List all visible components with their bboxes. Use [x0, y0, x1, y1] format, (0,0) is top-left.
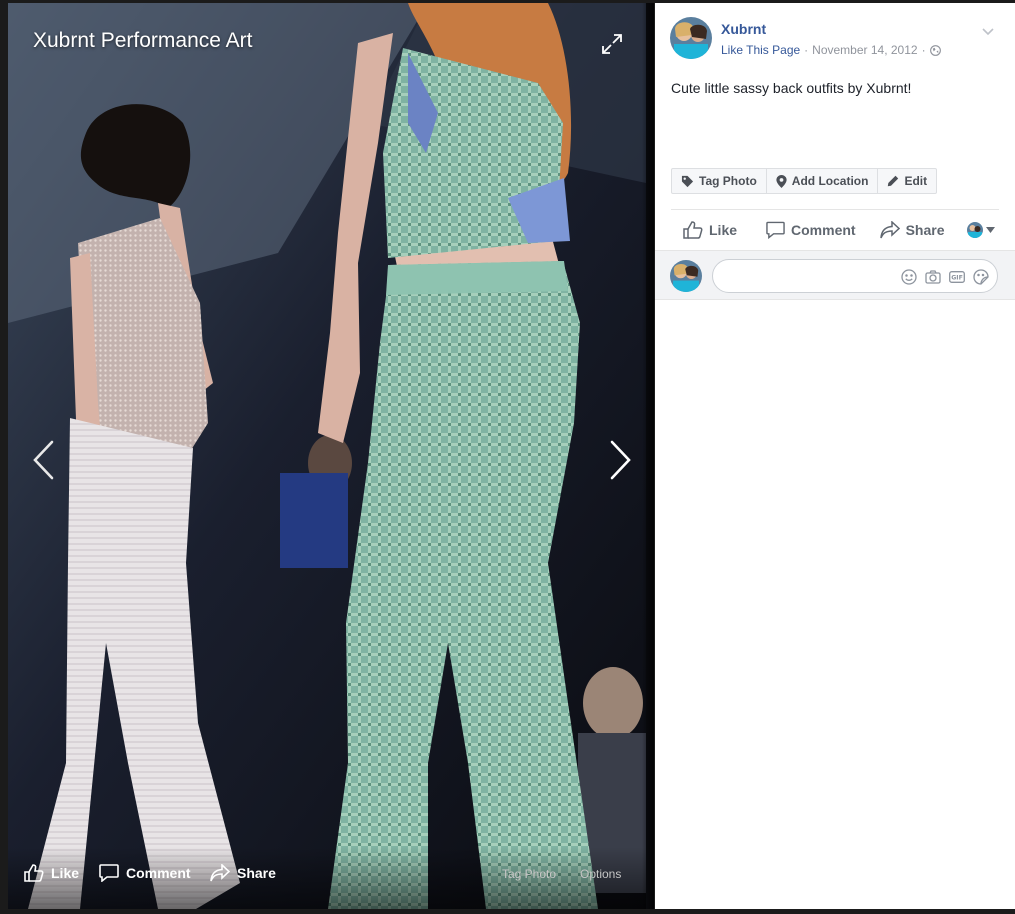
chevron-down-icon [986, 227, 995, 233]
post-like-label: Like [709, 222, 738, 238]
comment-input[interactable]: GIF [712, 259, 998, 293]
comment-icon [766, 221, 785, 239]
commenter-avatar [670, 260, 702, 292]
add-location-label: Add Location [791, 174, 869, 188]
photo-comment-label: Comment [126, 865, 191, 881]
add-location-button[interactable]: Add Location [767, 169, 879, 193]
post-caption: Cute little sassy back outfits by Xubrnt… [671, 80, 912, 96]
post-share-label: Share [905, 222, 945, 238]
photo-illustration [8, 3, 646, 909]
share-icon [210, 864, 230, 882]
photo-image[interactable] [8, 3, 646, 909]
page-avatar[interactable] [670, 17, 712, 59]
camera-icon[interactable] [925, 269, 941, 285]
tag-icon [681, 175, 694, 187]
emoji-icon[interactable] [901, 269, 917, 285]
pencil-icon [888, 175, 899, 187]
tag-photo-button[interactable]: Tag Photo [672, 169, 767, 193]
page-name-link[interactable]: Xubrnt [721, 21, 766, 37]
photo-stage: Xubrnt Performance Art [8, 3, 654, 909]
album-title[interactable]: Xubrnt Performance Art [33, 29, 252, 53]
post-as-selector[interactable] [967, 222, 995, 238]
share-icon [879, 221, 900, 239]
photo-like-button[interactable]: Like [24, 864, 79, 882]
like-page-link[interactable]: Like This Page [721, 43, 800, 57]
meta-separator: · [804, 43, 809, 57]
post-panel: Xubrnt Like This Page · November 14, 201… [655, 3, 1015, 909]
thumbs-up-icon [683, 221, 703, 239]
edit-button[interactable]: Edit [878, 169, 936, 193]
globe-icon [929, 44, 941, 56]
post-actions: Like Comment Share [671, 215, 999, 245]
arrow-left-icon[interactable] [30, 439, 56, 481]
post-comment-label: Comment [791, 222, 856, 238]
location-pin-icon [776, 174, 787, 188]
comment-icon [99, 864, 119, 882]
chevron-down-icon[interactable] [982, 23, 994, 41]
expand-icon[interactable] [601, 33, 623, 55]
divider [671, 209, 999, 210]
photo-like-label: Like [51, 865, 80, 881]
thumbs-up-icon [24, 864, 44, 882]
photo-comment-button[interactable]: Comment [99, 864, 191, 882]
photo-tag-link[interactable]: Tag Photo [502, 867, 556, 881]
comment-input-icons: GIF [893, 269, 989, 285]
arrow-right-icon[interactable] [608, 439, 634, 481]
edit-label: Edit [904, 174, 928, 188]
meta-separator-2: · [921, 43, 926, 57]
tag-photo-label: Tag Photo [699, 174, 757, 188]
photo-options-link[interactable]: Options [580, 867, 621, 881]
mini-avatar [967, 222, 983, 238]
post-share-button[interactable]: Share [879, 221, 945, 239]
photo-share-button[interactable]: Share [210, 864, 276, 882]
stage-edge-shadow [642, 3, 654, 909]
post-like-button[interactable]: Like [683, 221, 737, 239]
post-comment-button[interactable]: Comment [766, 221, 856, 239]
photo-share-label: Share [237, 865, 276, 881]
svg-text:GIF: GIF [951, 275, 963, 282]
gif-icon[interactable]: GIF [949, 269, 965, 285]
post-meta: Like This Page · November 14, 2012 · [721, 43, 941, 57]
photo-tools: Tag Photo Add Location Edit [671, 168, 938, 194]
post-date[interactable]: November 14, 2012 [812, 43, 917, 57]
sticker-icon[interactable] [973, 269, 989, 285]
comment-composer: GIF [655, 250, 1015, 300]
